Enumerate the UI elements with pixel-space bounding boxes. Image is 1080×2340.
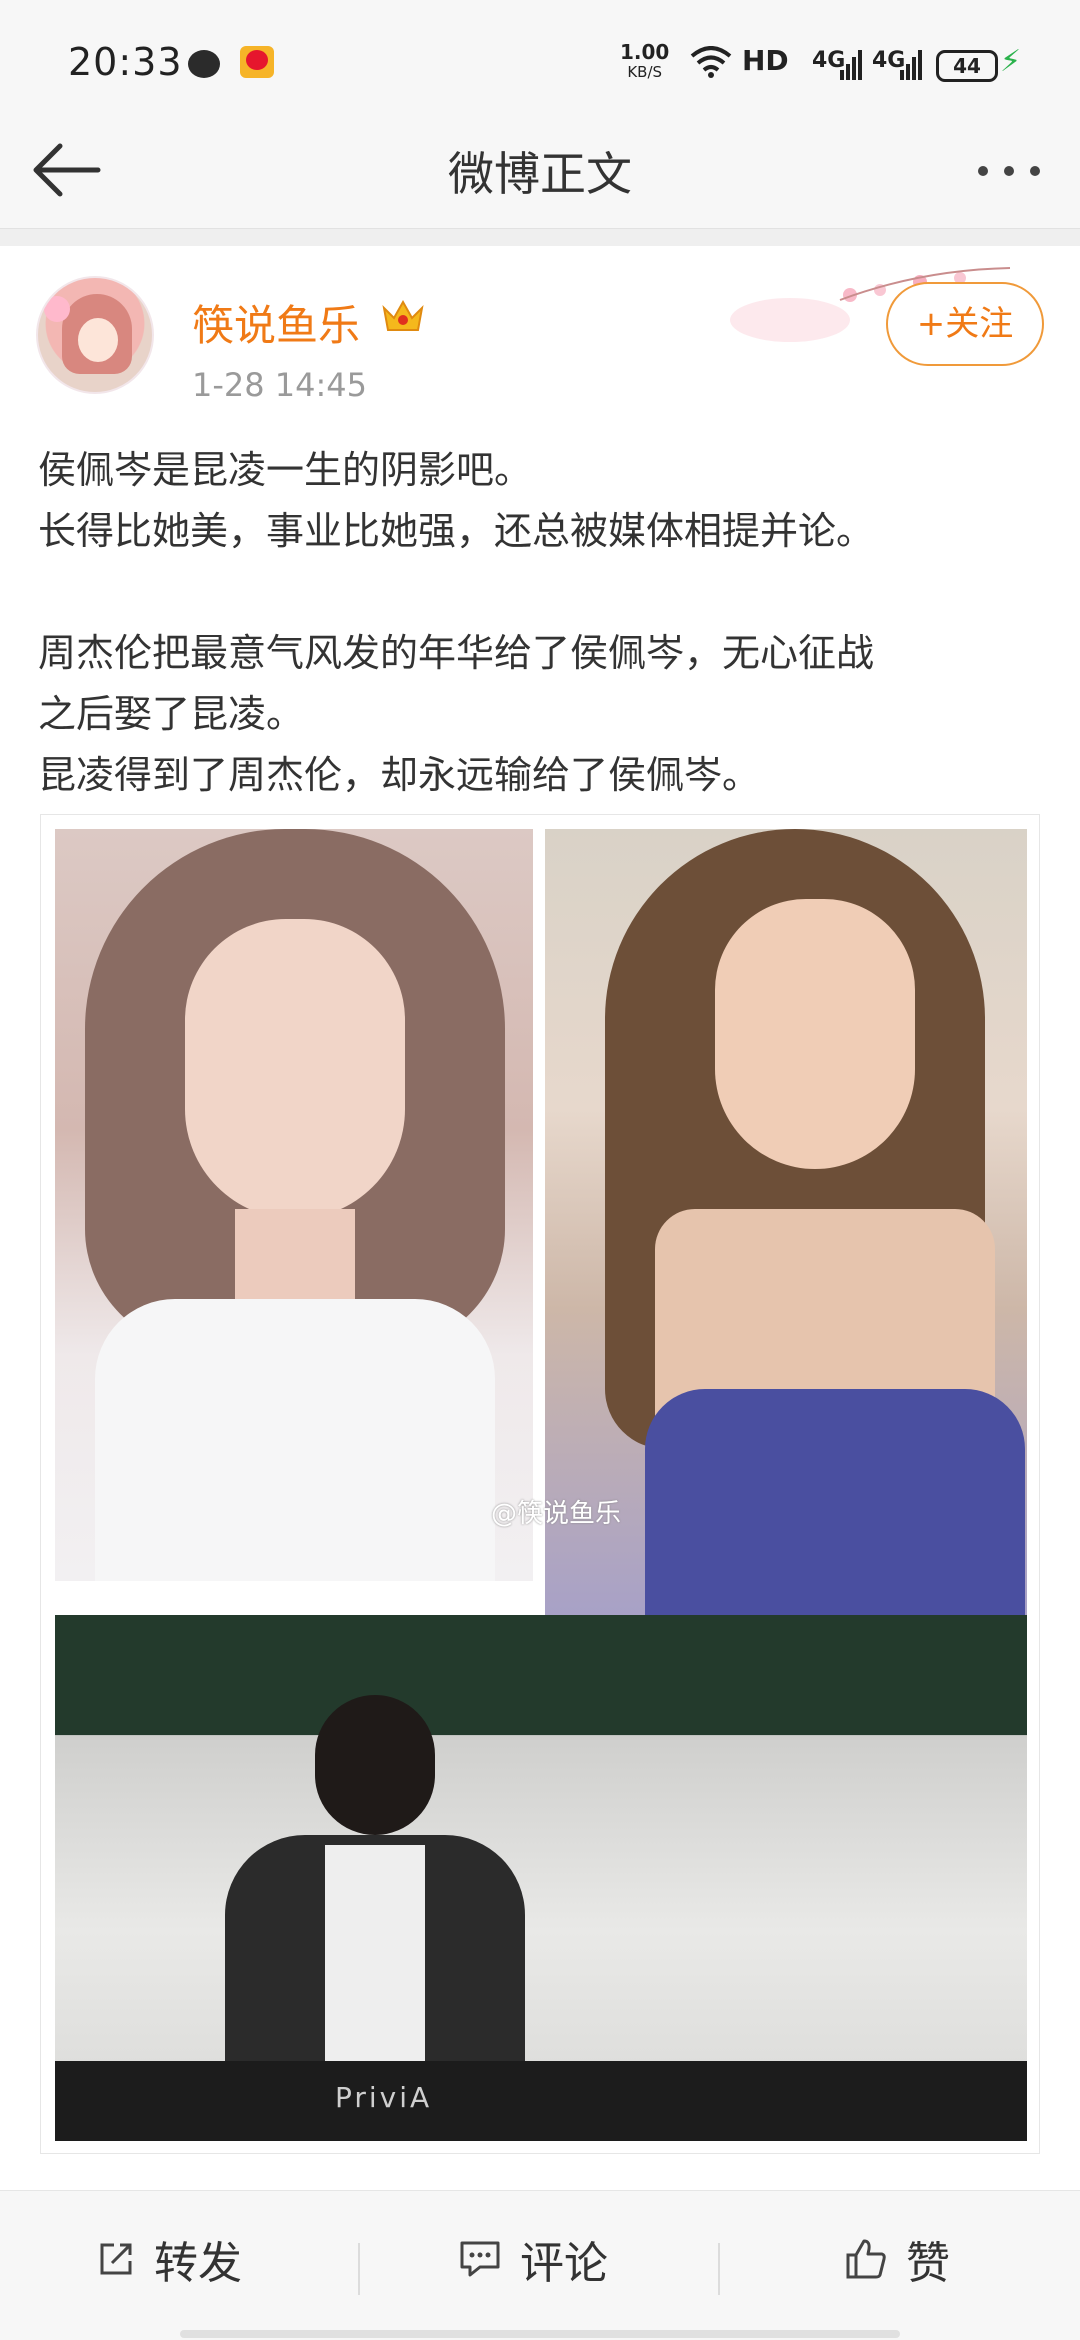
network-speed-value: 1.00 — [620, 40, 670, 64]
top-nav-bar: 微博正文 — [0, 110, 1080, 228]
post-body: 侯佩岑是昆凌一生的阴影吧。 长得比她美，事业比她强，还总被媒体相提并论。 周杰伦… — [38, 440, 1048, 806]
signal-bars-icon-2 — [900, 50, 922, 80]
follow-button[interactable]: +关注 — [886, 282, 1044, 366]
wechat-notification-icon — [188, 50, 220, 78]
wifi-icon — [690, 46, 732, 78]
post-author-name[interactable]: 筷说鱼乐 — [192, 292, 360, 353]
network-speed-unit: KB/S — [627, 63, 663, 81]
comment-button[interactable]: 评论 — [458, 2229, 608, 2289]
post-image[interactable]: PriviA @筷说鱼乐 — [40, 814, 1040, 2154]
page-title: 微博正文 — [448, 147, 632, 201]
comment-label: 评论 — [520, 2238, 608, 2289]
comment-icon — [460, 2241, 500, 2277]
post-line: 侯佩岑是昆凌一生的阴影吧。 — [38, 448, 533, 492]
network-speed: 1.00 KB/S — [620, 42, 669, 82]
avatar[interactable] — [36, 276, 154, 394]
more-options-button[interactable] — [970, 140, 1050, 200]
post-line: 周杰伦把最意气风发的年华给了侯佩岑，无心征战 — [38, 631, 875, 675]
hd-indicator: HD — [742, 44, 789, 77]
home-indicator — [180, 2330, 900, 2338]
action-divider — [718, 2243, 720, 2295]
post-line: 昆凌得到了周杰伦，却永远输给了侯佩岑。 — [38, 753, 761, 797]
charging-icon: ⚡ — [1000, 44, 1022, 79]
post-line: 之后娶了昆凌。 — [38, 692, 305, 736]
repost-icon — [100, 2243, 132, 2275]
battery-indicator: 44 — [936, 50, 998, 82]
weibo-notification-icon — [240, 46, 274, 78]
bottom-action-bar: 转发 评论 赞 — [0, 2190, 1080, 2340]
photo-woman-left — [55, 829, 533, 1581]
photo-man-piano: PriviA — [55, 1615, 1027, 2141]
action-divider — [358, 2243, 360, 2295]
like-button[interactable]: 赞 — [844, 2229, 950, 2289]
post-timestamp: 1-28 14:45 — [192, 366, 368, 404]
post-line: 长得比她美，事业比她强，还总被媒体相提并论。 — [38, 509, 875, 553]
image-watermark: @筷说鱼乐 — [491, 1499, 622, 1529]
repost-button[interactable]: 转发 — [96, 2229, 242, 2289]
thumbs-up-icon — [846, 2239, 886, 2279]
piano-brand-label: PriviA — [335, 2081, 433, 2114]
like-label: 赞 — [906, 2238, 950, 2289]
signal-bars-icon — [840, 50, 862, 80]
post-line — [38, 562, 1048, 623]
status-time: 20:33 — [68, 40, 183, 84]
repost-label: 转发 — [154, 2238, 242, 2289]
section-divider — [0, 228, 1080, 246]
vip-crown-icon — [382, 299, 424, 331]
